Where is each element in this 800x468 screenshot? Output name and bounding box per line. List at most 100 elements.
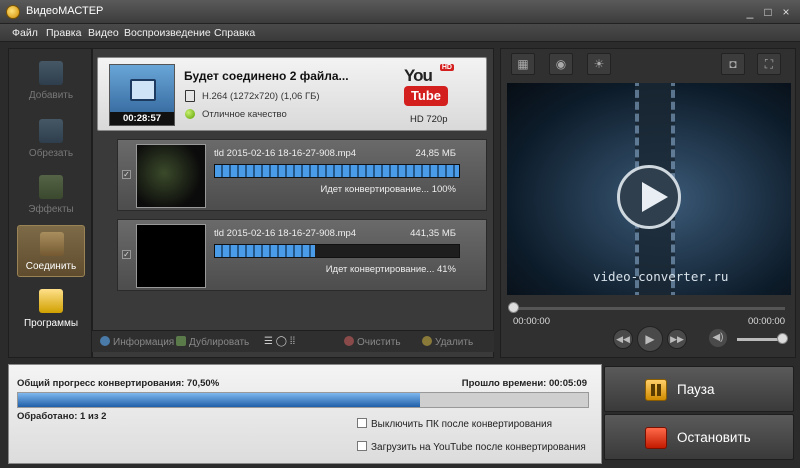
previous-icon[interactable]: ◀◀	[613, 329, 633, 349]
sidebar-item-add[interactable]: Добавить	[17, 55, 85, 107]
play-overlay-icon[interactable]	[617, 165, 681, 229]
info-button[interactable]: Информация	[100, 336, 174, 348]
rotate-icon[interactable]: ◉	[549, 53, 573, 75]
time-total: 00:00:00	[748, 316, 785, 327]
stop-button[interactable]: Остановить	[604, 414, 794, 460]
clear-icon	[344, 336, 354, 346]
sidebar-item-label: Добавить	[28, 90, 74, 101]
sidebar-item-join[interactable]: Соединить	[17, 225, 85, 277]
menu-bar: Файл Правка Видео Воспроизведение Справк…	[0, 24, 800, 42]
close-button[interactable]: ×	[778, 4, 794, 20]
sidebar: Добавить Обрезать Эффекты Соединить Прог…	[8, 48, 92, 358]
overall-progress-label: Общий прогресс конвертирования: 70,50%	[17, 378, 220, 389]
sidebar-item-label: Эффекты	[28, 204, 74, 215]
youtube-upload-option[interactable]: Загрузить на YouTube после конвертирован…	[357, 441, 586, 453]
codec-icon	[185, 90, 195, 102]
play-icon[interactable]: ▶	[637, 326, 663, 352]
duplicate-button[interactable]: Дублировать	[176, 336, 249, 348]
job-card[interactable]: 00:28:57 Будет соединено 2 файла... H.26…	[97, 57, 487, 131]
delete-icon	[422, 336, 432, 346]
clear-button[interactable]: Очистить	[344, 336, 401, 348]
menu-edit[interactable]: Правка	[46, 27, 81, 39]
elapsed-time: Прошло времени: 00:05:09	[461, 378, 587, 389]
file-row[interactable]: ✓ tld 2015-02-16 18-16-27-908.mp4 24,85 …	[117, 139, 487, 211]
duplicate-label: Дублировать	[189, 337, 250, 348]
file-size: 24,85 МБ	[415, 148, 456, 159]
file-thumbnail	[136, 144, 206, 208]
file-checkbox[interactable]: ✓	[122, 170, 131, 179]
preview-watermark: video-converter.ru	[593, 269, 729, 284]
menu-file[interactable]: Файл	[12, 27, 38, 39]
join-icon	[40, 232, 64, 256]
volume-icon[interactable]: ◀)	[709, 329, 727, 347]
file-progress-bar	[214, 164, 460, 178]
overall-progress-bar	[17, 392, 589, 408]
processed-count: Обработано: 1 из 2	[17, 411, 107, 422]
shutdown-option[interactable]: Выключить ПК после конвертирования	[357, 418, 552, 430]
cut-video-icon	[39, 119, 63, 143]
window-title: ВидеоМАСТЕР	[26, 5, 104, 17]
file-status: Идет конвертирование... 100%	[320, 184, 456, 195]
seek-handle[interactable]	[508, 302, 519, 313]
pause-button[interactable]: Пауза	[604, 366, 794, 412]
duplicate-icon	[176, 336, 186, 346]
youtube-upload-checkbox[interactable]	[357, 441, 367, 451]
app-logo-icon	[6, 5, 20, 19]
file-name: tld 2015-02-16 18-16-27-908.mp4	[214, 228, 357, 239]
film-icon	[130, 79, 156, 101]
file-name: tld 2015-02-16 18-16-27-908.mp4	[214, 148, 357, 159]
sidebar-item-label: Соединить	[25, 261, 77, 272]
youtube-upload-label: Загрузить на YouTube после конвертирован…	[371, 442, 586, 453]
shutdown-checkbox[interactable]	[357, 418, 367, 428]
volume-slider[interactable]	[737, 338, 781, 341]
preview-panel: ▦ ◉ ☀ ◘ ⛶ video-converter.ru 00:00:00 00…	[500, 48, 796, 358]
pause-icon	[645, 379, 667, 401]
programs-icon	[39, 289, 63, 313]
view-toggle[interactable]: ☰ ◯ ⁞⁞	[264, 336, 295, 347]
file-checkbox[interactable]: ✓	[122, 250, 131, 259]
file-row[interactable]: ✓ tld 2015-02-16 18-16-27-908.mp4 441,35…	[117, 219, 487, 291]
sidebar-item-programs[interactable]: Программы	[17, 283, 85, 335]
overall-progress-fill	[18, 393, 420, 407]
volume-handle[interactable]	[777, 333, 788, 344]
job-codec: H.264 (1272x720) (1,06 ГБ)	[202, 91, 320, 102]
quality-icon	[185, 109, 195, 119]
snapshot-icon[interactable]: ◘	[721, 53, 745, 75]
file-progress-fill	[215, 245, 316, 257]
conversion-status: Общий прогресс конвертирования: 70,50% П…	[8, 364, 602, 464]
delete-label: Удалить	[435, 337, 474, 348]
crop-icon[interactable]: ▦	[511, 53, 535, 75]
next-icon[interactable]: ▶▶	[667, 329, 687, 349]
shutdown-label: Выключить ПК после конвертирования	[371, 419, 553, 430]
job-list: 00:28:57 Будет соединено 2 файла... H.26…	[92, 48, 494, 358]
job-duration: 00:28:57	[110, 112, 174, 125]
time-current: 00:00:00	[513, 316, 550, 327]
minimize-button[interactable]: _	[742, 4, 758, 20]
file-status: Идет конвертирование... 41%	[325, 264, 456, 275]
add-video-icon	[39, 61, 63, 85]
sidebar-item-effects[interactable]: Эффекты	[17, 169, 85, 221]
seek-bar[interactable]	[513, 307, 785, 310]
info-icon	[100, 336, 110, 346]
youtube-logo[interactable]: You Tube HD	[404, 64, 454, 106]
maximize-button[interactable]: □	[760, 4, 776, 20]
list-toolbar: Информация Дублировать ☰ ◯ ⁞⁞ Очистить У…	[92, 330, 494, 352]
delete-button[interactable]: Удалить	[422, 336, 473, 348]
youtube-logo-tube: Tube	[404, 86, 448, 106]
info-label: Информация	[113, 337, 175, 348]
file-thumbnail	[136, 224, 206, 288]
effects-icon	[39, 175, 63, 199]
menu-help[interactable]: Справка	[214, 27, 255, 39]
menu-video[interactable]: Видео	[88, 27, 119, 39]
job-thumbnail: 00:28:57	[109, 64, 175, 126]
file-progress-bar	[214, 244, 460, 258]
sidebar-item-cut[interactable]: Обрезать	[17, 113, 85, 165]
pause-label: Пауза	[677, 382, 715, 397]
file-size: 441,35 МБ	[410, 228, 456, 239]
stop-icon	[645, 427, 667, 449]
video-preview[interactable]: video-converter.ru	[507, 83, 791, 295]
sidebar-item-label: Обрезать	[28, 148, 74, 159]
menu-playback[interactable]: Воспроизведение	[124, 27, 211, 39]
fullscreen-icon[interactable]: ⛶	[757, 53, 781, 75]
brightness-icon[interactable]: ☀	[587, 53, 611, 75]
